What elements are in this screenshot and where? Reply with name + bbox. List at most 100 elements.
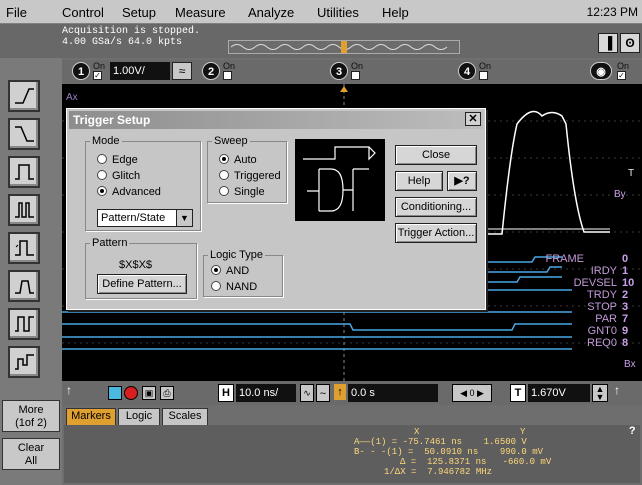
delay-stepper[interactable]: ◀ 0 ▶ [452,384,492,402]
mode-edge-radio[interactable]: Edge [97,154,138,166]
frequency-icon[interactable] [8,346,40,378]
measurement-panel: Markers Logic Scales X Y A——(1) = -75.74… [62,405,642,485]
menu-setup[interactable]: Setup [122,5,156,20]
define-pattern-button[interactable]: Define Pattern... [97,274,187,294]
marker-ax-label: Ax [66,92,78,103]
channel-1-scale-field[interactable]: 1.00V/ [110,62,170,80]
channel-1-on-toggle[interactable]: On ✓ [93,62,105,80]
signal-label: PAR [595,313,617,325]
menu-analyze[interactable]: Analyze [248,5,294,20]
signal-label: TRDY [587,289,617,301]
channel-1-coupling-button[interactable]: ≈ [172,62,192,80]
channel-4-badge[interactable]: 4 [458,62,476,80]
help-icon[interactable]: ? [629,427,636,438]
falling-edge-trigger-icon[interactable] [8,118,40,150]
sweep-single-radio[interactable]: Single [219,186,265,198]
trigger-level-field[interactable]: 1.670V [528,384,590,402]
acquisition-status: Acquisition is stopped. [62,26,201,37]
trigger-action-button[interactable]: Trigger Action... [395,223,477,243]
horizontal-label: H [218,384,234,402]
trigger-level-stepper[interactable]: ▲ ▼ [592,384,608,402]
and-gate-icon [303,146,376,212]
acquisition-rate: 4.00 GSa/s 64.0 kpts [62,37,183,48]
clock: 12:23 PM [586,5,638,19]
logic-nand-radio[interactable]: NAND [211,281,257,293]
menu-measure[interactable]: Measure [175,5,226,20]
readout-header-y: Y [520,427,526,437]
menu-file[interactable]: File [6,5,27,20]
sweep-legend: Sweep [214,135,248,147]
save-icon[interactable]: ▣ [142,386,156,400]
logic-and-radio[interactable]: AND [211,265,249,277]
waveform-overview-trace [230,41,448,53]
stop-button[interactable] [124,386,138,400]
tab-logic[interactable]: Logic [118,408,160,425]
pattern-value: $X$X$ [119,259,153,271]
mode-glitch-radio[interactable]: Glitch [97,170,140,182]
conditioning-button[interactable]: Conditioning... [395,197,477,217]
arrow-up-icon: ↑ [614,383,620,397]
tab-markers[interactable]: Markers [66,408,116,425]
more-button[interactable]: More (1of 2) [2,400,60,432]
fall-time-icon[interactable] [8,270,40,302]
signal-label: FRAME [545,253,585,265]
clear-all-button[interactable]: Clear All [2,438,60,470]
logic-type-legend: Logic Type [210,249,264,261]
channel-3-on-toggle[interactable]: On [351,62,363,80]
context-help-icon[interactable]: ▶? [447,171,477,191]
close-icon[interactable]: ✕ [465,112,481,126]
function-on-toggle[interactable]: On ✓ [617,62,629,80]
advanced-mode-select[interactable]: Pattern/State ▼ [97,209,193,227]
chevron-down-icon: ▼ [176,210,192,226]
signal-index: 9 [622,325,629,337]
arrow-up-icon: ↑ [66,383,72,397]
readout-row-a: A——(1) = -75.7461 ns 1.6500 V [354,437,527,447]
function-eye-icon[interactable]: ◉ [590,62,612,80]
timebase-field[interactable]: 10.0 ns/ [236,384,296,402]
sweep-auto-radio[interactable]: Auto [219,154,257,166]
tile-button[interactable]: ʘ [620,33,640,53]
signal-index: 10 [622,277,635,289]
analog-waveform [482,110,610,235]
sweep-triggered-radio[interactable]: Triggered [219,170,281,182]
layout-button[interactable]: ▐ [598,33,618,53]
signal-label: STOP [587,301,617,313]
readout-row-freq: 1/ΔX = 7.946782 MHz [384,467,493,477]
signal-label: REQ0 [587,337,617,349]
signal-label: GNT0 [587,325,617,337]
glitch-trigger-icon[interactable] [8,194,40,226]
marker-bx-label: Bx [624,359,636,370]
channel-4-on-toggle[interactable]: On [479,62,491,80]
channel-2-badge[interactable]: 2 [202,62,220,80]
signal-index: 7 [622,313,629,325]
signal-index: 3 [622,301,629,313]
help-button[interactable]: Help [395,171,443,191]
mode-advanced-radio[interactable]: Advanced [97,186,161,198]
tab-scales[interactable]: Scales [162,408,208,425]
delay-field[interactable]: 0.0 s [348,384,438,402]
horizontal-zoom-icon[interactable]: ∼ [316,384,330,402]
close-button[interactable]: Close [395,145,477,165]
channel-1-badge[interactable]: 1 [72,62,90,80]
menu-help[interactable]: Help [382,5,409,20]
readout-header-x: X [414,427,420,437]
menu-control[interactable]: Control [62,5,104,20]
pattern-legend: Pattern [92,237,128,249]
bottom-controls: ↑ ▣ ⎙ H 10.0 ns/ ∿ ∼ ↑ 0.0 s ◀ 0 ▶ T 1.6… [62,381,642,405]
logic-gate-diagram [295,139,385,221]
trigger-marker-icon: ↑ [334,384,346,400]
channel-2-on-toggle[interactable]: On [223,62,235,80]
run-button[interactable] [108,386,122,400]
menu-utilities[interactable]: Utilities [317,5,359,20]
rise-time-icon[interactable] [8,232,40,264]
waveform-overview[interactable] [228,40,460,54]
trigger-setup-dialog: Trigger Setup ✕ Mode Edge Glitch Advance… [66,108,486,310]
print-icon[interactable]: ⎙ [160,386,174,400]
channel-3-badge[interactable]: 3 [330,62,348,80]
rising-edge-trigger-icon[interactable] [8,80,40,112]
horizontal-sin-icon[interactable]: ∿ [300,384,314,402]
period-icon[interactable] [8,308,40,340]
signal-label: IRDY [590,265,617,277]
pulse-width-icon[interactable] [8,156,40,188]
mode-legend: Mode [92,135,120,147]
